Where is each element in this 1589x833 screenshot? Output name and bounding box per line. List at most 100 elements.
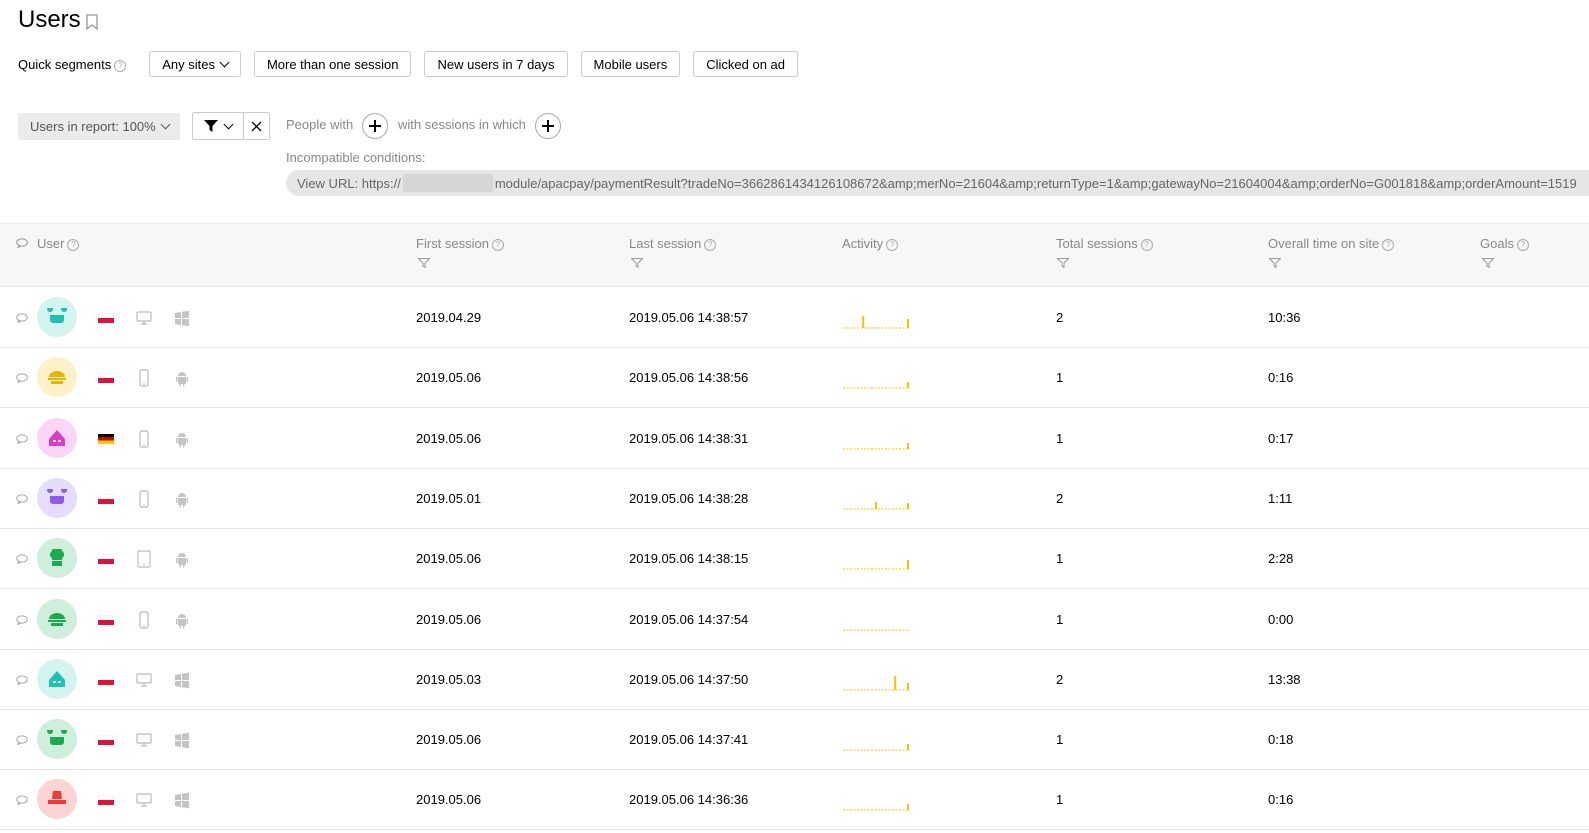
germany-flag-icon (98, 433, 114, 444)
activity-sparkline[interactable] (842, 302, 912, 330)
filter-icon[interactable] (1269, 258, 1281, 268)
comment-icon[interactable] (16, 614, 28, 625)
activity-sparkline[interactable] (842, 604, 912, 632)
activity-sparkline[interactable] (842, 664, 912, 692)
filter-dropdown[interactable] (193, 113, 244, 139)
avatar[interactable] (37, 779, 77, 820)
table-row[interactable]: 2019.05.03 2019.05.06 14:37:50 2 13:38 (0, 650, 1589, 710)
android-icon (176, 613, 188, 628)
activity-bar (907, 442, 909, 449)
filter-icon[interactable] (1482, 258, 1494, 268)
table-row[interactable]: 2019.05.01 2019.05.06 14:38:28 2 1:11 (0, 469, 1589, 529)
cap-icon (48, 371, 66, 385)
more-than-one-session-button[interactable]: More than one session (253, 51, 412, 77)
table-row[interactable]: 2019.05.06 2019.05.06 14:38:15 1 2:28 (0, 529, 1589, 590)
column-last-session[interactable]: Last session? (629, 236, 717, 251)
quick-segments-label: Quick segments? (18, 57, 127, 72)
clear-filter-button[interactable] (244, 113, 269, 139)
mobile-phone-icon (139, 369, 149, 387)
avatar[interactable] (37, 477, 77, 518)
table-row[interactable]: 2019.05.06 2019.05.06 14:38:31 1 0:17 (0, 409, 1589, 469)
filter-icon[interactable] (1057, 258, 1069, 268)
mobile-users-button[interactable]: Mobile users (580, 51, 681, 77)
activity-sparkline[interactable] (842, 362, 912, 390)
redacted-domain (402, 174, 493, 192)
avatar[interactable] (37, 417, 77, 458)
overall-time-cell: 0:16 (1268, 792, 1294, 808)
comment-icon[interactable] (16, 373, 28, 384)
column-first-session[interactable]: First session? (416, 236, 504, 251)
activity-bar (907, 319, 909, 328)
help-icon[interactable]: ? (1382, 239, 1395, 251)
total-sessions-cell: 2 (1056, 310, 1064, 325)
total-sessions-cell: 2 (1056, 490, 1064, 506)
comment-icon[interactable] (16, 735, 28, 746)
add-session-condition-button[interactable] (535, 113, 561, 139)
comment-icon[interactable] (16, 675, 28, 685)
comment-icon[interactable] (16, 554, 28, 565)
activity-bar (907, 560, 909, 570)
comment-icon[interactable] (16, 795, 28, 806)
android-icon (176, 492, 188, 508)
help-icon[interactable]: ? (704, 239, 717, 251)
filter-icon[interactable] (631, 258, 643, 268)
incompatible-conditions-label: Incompatible conditions: (286, 150, 426, 165)
first-session-cell: 2019.05.03 (416, 671, 482, 687)
column-user[interactable]: User? (37, 236, 80, 251)
activity-sparkline[interactable] (842, 543, 912, 571)
view-url-condition[interactable]: View URL: https:// module/apacpay/payment… (286, 170, 1589, 196)
poland-flag-icon (98, 373, 114, 384)
bear-icon (47, 730, 67, 746)
avatar[interactable] (37, 357, 77, 398)
comment-icon[interactable] (16, 494, 28, 504)
quick-segments-bar: Quick segments? Any sites More than one … (18, 50, 799, 78)
comment-icon[interactable] (16, 433, 28, 444)
activity-bar (907, 804, 909, 811)
column-overall-time[interactable]: Overall time on site? (1268, 236, 1395, 251)
first-session-cell: 2019.05.06 (416, 732, 482, 748)
table-row[interactable]: 2019.05.06 2019.05.06 14:37:41 1 0:18 (0, 710, 1589, 771)
table-row[interactable]: 2019.05.06 2019.05.06 14:38:56 1 0:16 (0, 348, 1589, 409)
table-row[interactable]: 2019.05.06 2019.05.06 14:36:36 1 0:16 (0, 770, 1589, 831)
column-total-sessions[interactable]: Total sessions? (1056, 236, 1153, 251)
table-row[interactable]: 2019.05.06 2019.05.06 14:37:54 1 0:00 (0, 590, 1589, 650)
help-icon[interactable]: ? (491, 239, 504, 251)
table-row[interactable]: 2019.04.29 2019.05.06 14:38:57 2 10:36 (0, 288, 1589, 348)
desktop-icon (136, 311, 152, 325)
avatar[interactable] (37, 658, 77, 699)
new-users-7-days-button[interactable]: New users in 7 days (424, 51, 568, 77)
desktop-icon (136, 673, 152, 687)
help-icon[interactable]: ? (886, 239, 899, 251)
avatar[interactable] (37, 297, 77, 337)
avatar[interactable] (37, 538, 77, 579)
help-icon[interactable]: ? (1516, 239, 1529, 251)
avatar[interactable] (37, 719, 77, 760)
help-icon[interactable]: ? (114, 59, 127, 72)
windows-icon (175, 672, 189, 688)
comment-icon[interactable] (16, 313, 28, 323)
clicked-on-ad-button[interactable]: Clicked on ad (693, 51, 799, 77)
column-goals[interactable]: Goals? (1480, 236, 1529, 251)
tablet-icon (137, 550, 151, 568)
filter-icon[interactable] (418, 258, 430, 268)
any-sites-dropdown[interactable]: Any sites (149, 51, 241, 77)
activity-sparkline[interactable] (842, 423, 912, 451)
bookmark-icon[interactable] (86, 14, 98, 30)
help-icon[interactable]: ? (1140, 239, 1153, 251)
overall-time-cell: 13:38 (1268, 671, 1301, 687)
first-session-cell: 2019.05.06 (416, 792, 482, 808)
avatar[interactable] (37, 598, 77, 639)
last-session-cell: 2019.05.06 14:37:41 (629, 732, 749, 748)
column-activity[interactable]: Activity? (842, 236, 899, 251)
activity-sparkline[interactable] (842, 483, 912, 511)
help-icon[interactable]: ? (67, 239, 80, 251)
overall-time-cell: 0:00 (1268, 611, 1294, 627)
users-in-report-dropdown[interactable]: Users in report: 100% (18, 113, 180, 140)
add-people-condition-button[interactable] (362, 113, 388, 139)
activity-bar (894, 675, 897, 690)
table-header: User? First session? Last session? Activ… (0, 223, 1589, 287)
last-session-cell: 2019.05.06 14:38:57 (629, 310, 749, 325)
activity-sparkline[interactable] (842, 784, 912, 812)
sessions-condition-label: with sessions in which (398, 117, 526, 132)
activity-sparkline[interactable] (842, 724, 912, 752)
